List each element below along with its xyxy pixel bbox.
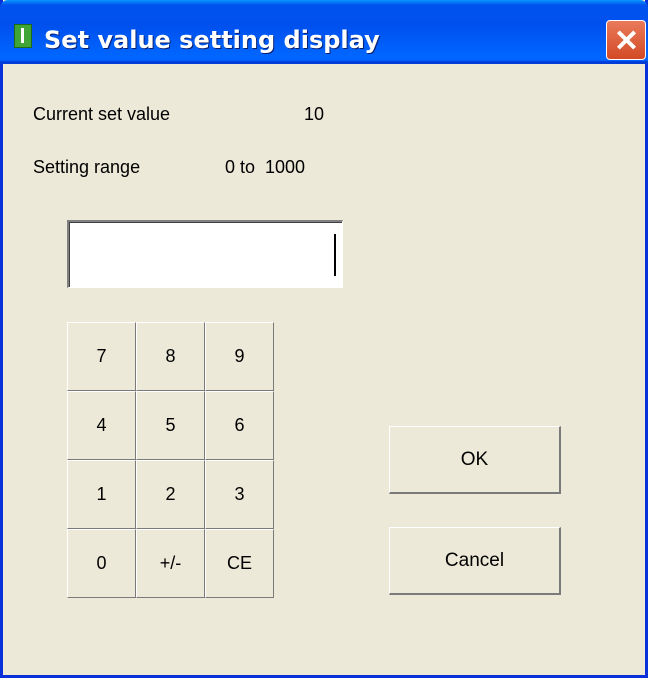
window-title: Set value setting display <box>44 26 380 54</box>
key-5[interactable]: 5 <box>136 391 205 460</box>
title-bar[interactable]: Set value setting display <box>0 0 648 64</box>
key-2[interactable]: 2 <box>136 460 205 529</box>
key-8[interactable]: 8 <box>136 322 205 391</box>
thermometer-icon <box>14 24 32 48</box>
key-9[interactable]: 9 <box>205 322 274 391</box>
value-input[interactable] <box>67 220 343 288</box>
setting-range-label: Setting range <box>33 157 141 177</box>
key-4[interactable]: 4 <box>67 391 136 460</box>
text-caret <box>334 234 336 276</box>
key-plus-minus[interactable]: +/- <box>136 529 205 598</box>
key-3[interactable]: 3 <box>205 460 274 529</box>
key-6[interactable]: 6 <box>205 391 274 460</box>
key-0[interactable]: 0 <box>67 529 136 598</box>
key-clear-entry[interactable]: CE <box>205 529 274 598</box>
setting-range-value: 0 to 1000 <box>225 157 306 177</box>
key-7[interactable]: 7 <box>67 322 136 391</box>
close-icon[interactable] <box>606 20 646 60</box>
dialog-window: Set value setting display Current set va… <box>0 0 648 678</box>
current-set-value-label: Current set value <box>33 104 171 124</box>
cancel-button[interactable]: Cancel <box>389 527 561 595</box>
ok-button[interactable]: OK <box>389 426 561 494</box>
key-1[interactable]: 1 <box>67 460 136 529</box>
current-set-value: 10 <box>304 104 325 124</box>
numeric-keypad: 7 8 9 4 5 6 1 2 3 0 +/- CE <box>67 322 274 598</box>
